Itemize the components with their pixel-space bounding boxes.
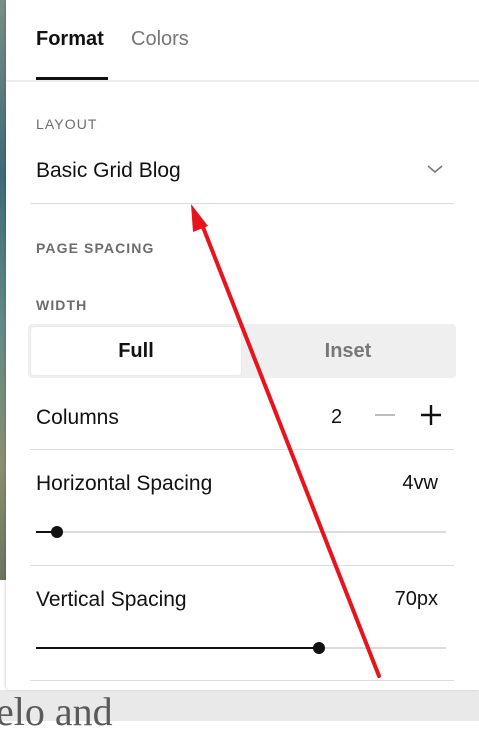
minus-icon[interactable] [372,402,398,428]
tab-colors[interactable]: Colors [131,27,189,51]
plus-icon[interactable] [418,402,444,428]
vertical-spacing-slider-fill [36,647,319,649]
background-page-text: elo and [0,689,113,734]
columns-label: Columns [36,406,119,429]
chevron-down-icon [427,165,443,174]
divider [30,680,454,681]
vertical-spacing-row: Vertical Spacing 70px [36,586,446,666]
horizontal-spacing-value: 4vw [402,472,438,494]
active-tab-indicator [36,77,108,80]
vertical-spacing-slider[interactable] [36,642,446,654]
divider [30,565,454,566]
columns-value: 2 [331,406,343,428]
columns-row: Columns 2 [36,398,446,448]
width-label: WIDTH [36,297,88,313]
width-option-inset[interactable]: Inset [243,327,453,375]
vertical-spacing-value: 70px [394,588,438,610]
width-segmented-control: Full Inset [28,324,456,378]
format-panel: Format Colors LAYOUT Basic Grid Blog PAG… [6,0,479,690]
vertical-spacing-slider-thumb[interactable] [312,642,325,654]
horizontal-spacing-slider[interactable] [36,526,446,538]
width-option-full[interactable]: Full [31,327,241,375]
horizontal-spacing-label: Horizontal Spacing [36,472,213,495]
layout-dropdown[interactable]: Basic Grid Blog [30,145,454,204]
horizontal-spacing-slider-thumb[interactable] [50,526,63,538]
page-spacing-section-label: PAGE SPACING [36,240,155,256]
layout-section-label: LAYOUT [36,116,98,132]
horizontal-spacing-row: Horizontal Spacing 4vw [36,470,446,550]
panel-tabs: Format Colors [6,0,479,82]
layout-selected-value: Basic Grid Blog [36,159,181,182]
divider [30,449,454,450]
vertical-spacing-label: Vertical Spacing [36,588,187,611]
tab-format[interactable]: Format [36,27,104,51]
